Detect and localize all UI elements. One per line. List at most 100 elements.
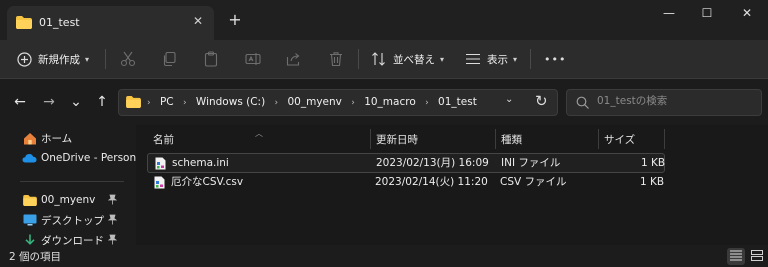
column-header-size[interactable]: サイズ	[604, 130, 635, 150]
breadcrumb-chevron-icon: ›	[274, 98, 279, 108]
delete-button[interactable]	[328, 40, 344, 78]
breadcrumb-pc[interactable]: PC	[160, 96, 174, 108]
sidebar-item-onedrive[interactable]: OneDrive - Person	[22, 149, 136, 167]
new-button-label: 新規作成	[38, 53, 80, 66]
list-view-icon	[465, 51, 481, 67]
sidebar-item-desktop[interactable]: デスクトップ	[22, 211, 104, 229]
paste-icon	[203, 51, 219, 67]
folder-icon	[16, 16, 32, 32]
close-window-button[interactable]: ✕	[728, 0, 766, 28]
breadcrumb-chevron-icon: ›	[182, 98, 187, 108]
share-button[interactable]	[286, 40, 302, 78]
back-button[interactable]: ←	[11, 93, 29, 111]
tab-close-icon[interactable]: ✕	[190, 13, 206, 29]
file-size: 1 KB	[640, 176, 665, 188]
breadcrumb-10-macro[interactable]: 10_macro	[364, 96, 416, 108]
details-view-icon	[730, 250, 742, 264]
up-button[interactable]: ↑	[93, 93, 111, 111]
toolbar-divider	[105, 49, 106, 69]
folder-icon	[126, 96, 141, 111]
breadcrumb-chevron-icon: ›	[425, 98, 429, 108]
tab-01-test[interactable]: 01_test ✕	[7, 6, 214, 40]
file-modified: 2023/02/13(月) 16:09	[376, 157, 489, 169]
search-input[interactable]	[597, 95, 747, 107]
column-header-type[interactable]: 種類	[501, 130, 522, 150]
sort-button[interactable]: 並べ替え ▾	[371, 40, 444, 78]
chevron-down-icon: ▾	[440, 54, 445, 64]
column-divider[interactable]	[495, 129, 496, 149]
item-count: 2 個の項目	[9, 251, 62, 263]
column-header-modified[interactable]: 更新日時	[376, 130, 418, 150]
breadcrumb-01-test[interactable]: 01_test	[438, 96, 477, 108]
toolbar-divider	[358, 49, 359, 69]
trash-icon	[328, 51, 344, 67]
copy-button[interactable]	[161, 40, 177, 78]
navigation-pane: ホーム OneDrive - Person 00_myenv デスクトップ ダウ…	[0, 125, 136, 247]
details-view-button[interactable]	[727, 248, 745, 265]
ini-file-icon	[155, 157, 166, 173]
new-tab-button[interactable]: +	[226, 11, 244, 29]
add-circle-icon	[17, 51, 32, 67]
sidebar-item-00-myenv[interactable]: 00_myenv	[22, 191, 95, 209]
search-icon	[576, 96, 590, 113]
file-type: CSV ファイル	[500, 176, 567, 188]
maximize-button[interactable]: ☐	[688, 0, 726, 28]
rename-icon	[245, 51, 261, 67]
table-row[interactable]: schema.ini 2023/02/13(月) 16:09 INI ファイル …	[147, 153, 665, 173]
csv-file-icon	[154, 176, 165, 192]
command-bar: 新規作成 ▾ 並べ替え ▾ 表示 ▾ •••	[0, 40, 768, 79]
breadcrumb-00-myenv[interactable]: 00_myenv	[288, 96, 342, 108]
status-bar: 2 個の項目	[0, 245, 768, 267]
share-icon	[286, 51, 302, 67]
file-modified: 2023/02/14(火) 11:20	[375, 176, 488, 188]
sidebar-item-label: デスクトップ	[41, 214, 104, 227]
sidebar-divider	[20, 181, 124, 182]
address-bar[interactable]: › PC › Windows (C:) › 00_myenv › 10_macr…	[118, 89, 558, 116]
tiles-view-button[interactable]	[748, 248, 766, 265]
view-button[interactable]: 表示 ▾	[465, 40, 517, 78]
desktop-icon	[22, 213, 37, 227]
copy-icon	[161, 51, 177, 67]
paste-button[interactable]	[203, 40, 219, 78]
column-divider[interactable]	[598, 129, 599, 149]
file-size: 1 KB	[641, 157, 666, 169]
onedrive-icon	[22, 151, 37, 165]
sort-indicator-icon: ︿	[255, 129, 263, 138]
chevron-down-icon: ▾	[85, 54, 90, 64]
recent-locations-button[interactable]: ⌄	[67, 93, 85, 111]
column-header-name[interactable]: 名前	[153, 130, 174, 150]
column-divider[interactable]	[370, 129, 371, 149]
navigation-bar: ← → ⌄ ↑ › PC › Windows (C:) › 00_myenv ›…	[0, 79, 768, 125]
forward-button[interactable]: →	[40, 93, 58, 111]
table-row[interactable]: 厄介なCSV.csv 2023/02/14(火) 11:20 CSV ファイル …	[147, 173, 665, 193]
address-history-chevron-icon[interactable]: ⌄	[505, 94, 513, 105]
breadcrumb-chevron-icon: ›	[147, 98, 151, 108]
cut-button[interactable]	[120, 40, 136, 78]
more-options-button[interactable]: •••	[544, 40, 566, 78]
column-divider[interactable]	[664, 129, 665, 149]
home-icon	[22, 131, 37, 145]
sort-icon	[371, 51, 387, 67]
pin-icon[interactable]	[107, 194, 118, 208]
sidebar-item-label: OneDrive - Person	[41, 152, 137, 164]
folder-icon	[22, 193, 37, 207]
toolbar-divider	[530, 49, 531, 69]
refresh-icon[interactable]: ↻	[535, 92, 548, 110]
tab-title: 01_test	[39, 16, 80, 29]
file-type: INI ファイル	[501, 157, 561, 169]
title-bar: 01_test ✕ + — ☐ ✕	[0, 0, 768, 40]
pin-icon[interactable]	[107, 214, 118, 228]
tiles-view-icon	[751, 249, 763, 264]
breadcrumb-chevron-icon: ›	[351, 98, 355, 108]
file-name: 厄介なCSV.csv	[171, 176, 244, 188]
chevron-down-icon: ▾	[513, 54, 518, 64]
new-button[interactable]: 新規作成 ▾	[17, 40, 89, 78]
sidebar-item-home[interactable]: ホーム	[22, 129, 72, 147]
file-name: schema.ini	[172, 157, 229, 169]
search-box[interactable]	[566, 89, 762, 116]
sort-button-label: 並べ替え	[393, 53, 435, 66]
rename-button[interactable]	[245, 40, 261, 78]
view-button-label: 表示	[487, 53, 508, 66]
breadcrumb-windows-c[interactable]: Windows (C:)	[196, 96, 265, 108]
minimize-button[interactable]: —	[650, 0, 688, 28]
